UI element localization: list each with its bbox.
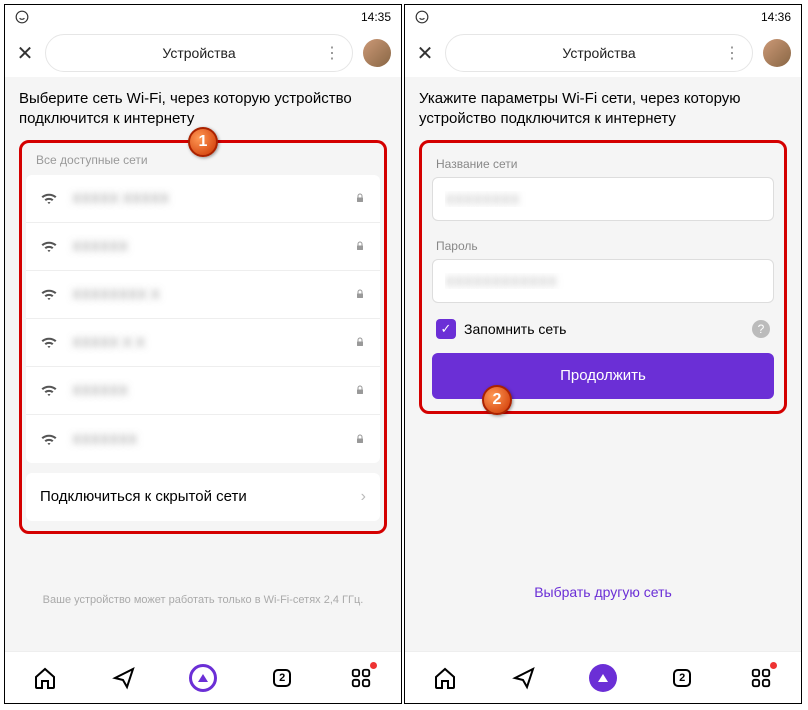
remember-row: ✓ Запомнить сеть ? bbox=[436, 319, 770, 339]
choose-other-network-link[interactable]: Выбрать другую сеть bbox=[419, 584, 787, 600]
nav-alice-icon[interactable] bbox=[589, 664, 617, 692]
nav-send-icon[interactable] bbox=[110, 664, 138, 692]
help-icon[interactable]: ? bbox=[752, 320, 770, 338]
clock-time: 14:36 bbox=[761, 10, 791, 24]
content-area: Выберите сеть Wi-Fi, через которую устро… bbox=[5, 77, 401, 651]
wifi-name: XXXXX XXXXX bbox=[72, 190, 354, 206]
screen-wifi-credentials: 14:36 ✕ Устройства ⋮ Укажите параметры W… bbox=[404, 4, 802, 704]
password-input[interactable] bbox=[432, 259, 774, 303]
nav-home-icon[interactable] bbox=[31, 664, 59, 692]
wifi-icon bbox=[40, 430, 58, 448]
wifi-name: XXXXXXXX X bbox=[72, 286, 354, 302]
instruction-text: Укажите параметры Wi-Fi сети, через кото… bbox=[419, 89, 787, 130]
nav-services-icon[interactable] bbox=[347, 664, 375, 692]
screen-wifi-list: 14:35 ✕ Устройства ⋮ Выберите сеть Wi-Fi… bbox=[4, 4, 402, 704]
wifi-list: XXXXX XXXXX XXXXXX XXXXXXXX X XXXXX X X bbox=[26, 175, 380, 463]
wifi-network-item[interactable]: XXXXXX bbox=[26, 367, 380, 415]
clock-time: 14:35 bbox=[361, 10, 391, 24]
wifi-icon bbox=[40, 189, 58, 207]
instruction-text: Выберите сеть Wi-Fi, через которую устро… bbox=[19, 89, 387, 130]
notification-dot bbox=[770, 662, 777, 669]
wifi-name: XXXXXX bbox=[72, 382, 354, 398]
step-marker-1: 1 bbox=[188, 127, 218, 157]
wifi-name: XXXXX X X bbox=[72, 334, 354, 350]
nav-home-icon[interactable] bbox=[431, 664, 459, 692]
nav-send-icon[interactable] bbox=[510, 664, 538, 692]
lock-icon bbox=[354, 433, 366, 445]
lock-icon bbox=[354, 336, 366, 348]
close-icon[interactable]: ✕ bbox=[415, 41, 435, 66]
whatsapp-icon bbox=[15, 10, 29, 24]
password-label: Пароль bbox=[436, 239, 770, 253]
header-pill[interactable]: Устройства ⋮ bbox=[45, 34, 353, 72]
footer-note: Ваше устройство может работать только в … bbox=[19, 594, 387, 606]
wifi-name: XXXXXXX bbox=[72, 431, 354, 447]
remember-checkbox[interactable]: ✓ bbox=[436, 319, 456, 339]
avatar[interactable] bbox=[363, 39, 391, 67]
step-marker-2: 2 bbox=[482, 385, 512, 415]
status-bar: 14:36 bbox=[405, 5, 801, 29]
remember-label: Запомнить сеть bbox=[464, 321, 744, 337]
wifi-network-item[interactable]: XXXXX X X bbox=[26, 319, 380, 367]
wifi-network-item[interactable]: XXXXXXXX X bbox=[26, 271, 380, 319]
notification-dot bbox=[370, 662, 377, 669]
lock-icon bbox=[354, 288, 366, 300]
highlight-box: 1 Все доступные сети XXXXX XXXXX XXXXXX … bbox=[19, 140, 387, 534]
chevron-right-icon: › bbox=[361, 488, 366, 506]
wifi-name: XXXXXX bbox=[72, 238, 354, 254]
hidden-network-label: Подключиться к скрытой сети bbox=[40, 488, 361, 505]
nav-alice-icon[interactable] bbox=[189, 664, 217, 692]
content-area: Укажите параметры Wi-Fi сети, через кото… bbox=[405, 77, 801, 651]
header-title: Устройства bbox=[162, 45, 235, 61]
header-pill[interactable]: Устройства ⋮ bbox=[445, 34, 753, 72]
lock-icon bbox=[354, 240, 366, 252]
avatar[interactable] bbox=[763, 39, 791, 67]
nav-tabs-icon[interactable]: 2 bbox=[668, 664, 696, 692]
ssid-input[interactable] bbox=[432, 177, 774, 221]
more-icon[interactable]: ⋮ bbox=[724, 43, 740, 63]
ssid-label: Название сети bbox=[436, 157, 770, 171]
bottom-nav: 2 bbox=[5, 651, 401, 703]
wifi-icon bbox=[40, 237, 58, 255]
nav-tabs-count: 2 bbox=[279, 672, 285, 684]
highlight-box: Название сети Пароль ✓ Запомнить сеть ? … bbox=[419, 140, 787, 414]
hidden-network-button[interactable]: Подключиться к скрытой сети › bbox=[26, 473, 380, 521]
wifi-network-item[interactable]: XXXXXXX bbox=[26, 415, 380, 463]
header-title: Устройства bbox=[562, 45, 635, 61]
bottom-nav: 2 bbox=[405, 651, 801, 703]
status-bar: 14:35 bbox=[5, 5, 401, 29]
more-icon[interactable]: ⋮ bbox=[324, 43, 340, 63]
close-icon[interactable]: ✕ bbox=[15, 41, 35, 66]
wifi-icon bbox=[40, 285, 58, 303]
whatsapp-icon bbox=[415, 10, 429, 24]
wifi-icon bbox=[40, 381, 58, 399]
lock-icon bbox=[354, 192, 366, 204]
wifi-network-item[interactable]: XXXXX XXXXX bbox=[26, 175, 380, 223]
header: ✕ Устройства ⋮ bbox=[5, 29, 401, 77]
wifi-network-item[interactable]: XXXXXX bbox=[26, 223, 380, 271]
nav-tabs-icon[interactable]: 2 bbox=[268, 664, 296, 692]
nav-tabs-count: 2 bbox=[679, 672, 685, 684]
wifi-icon bbox=[40, 333, 58, 351]
nav-services-icon[interactable] bbox=[747, 664, 775, 692]
lock-icon bbox=[354, 384, 366, 396]
header: ✕ Устройства ⋮ bbox=[405, 29, 801, 77]
